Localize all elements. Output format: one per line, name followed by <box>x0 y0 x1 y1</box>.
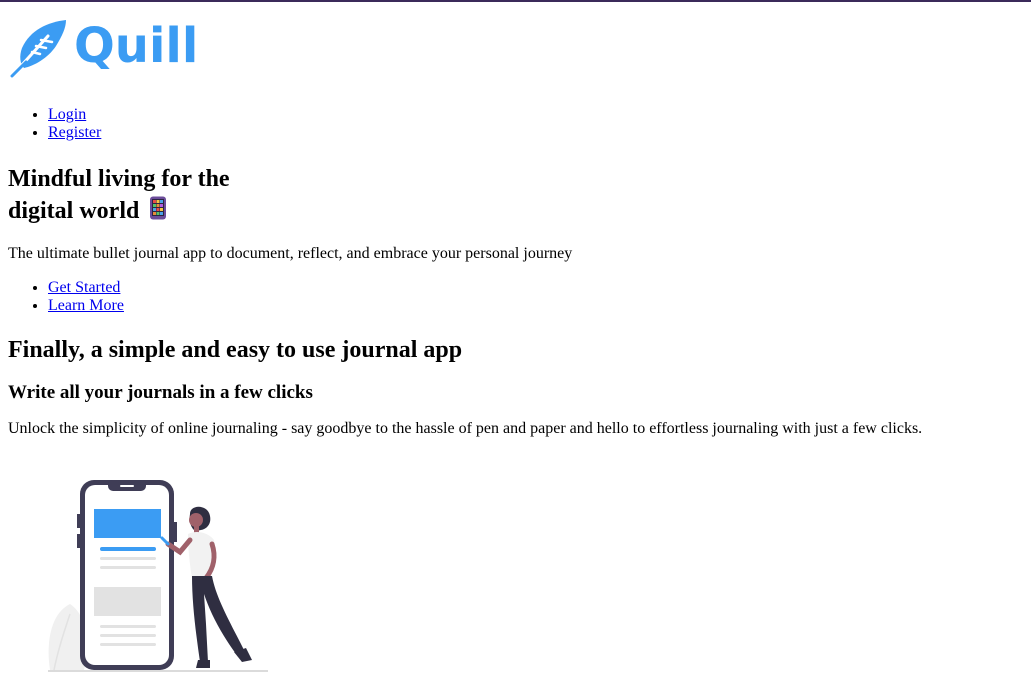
screen-image-block <box>94 587 161 616</box>
journaling-illustration <box>44 474 274 684</box>
learn-more-link[interactable]: Learn More <box>48 297 124 314</box>
hero-title-line1: Mindful living for the <box>8 166 230 192</box>
hero-cta-list: Get Started Learn More <box>8 279 1023 315</box>
feature-section: Finally, a simple and easy to use journa… <box>8 336 1023 438</box>
auth-nav: Login Register <box>8 106 1023 142</box>
brand-name: Quill <box>74 18 199 74</box>
phone-grid-icon <box>149 196 167 229</box>
hero-section: Mindful living for the digital world The… <box>8 163 1023 315</box>
cta-item-get-started: Get Started <box>48 279 1023 297</box>
feature-body: Unlock the simplicity of online journali… <box>8 420 923 437</box>
get-started-link[interactable]: Get Started <box>48 279 120 296</box>
feature-subheading: Write all your journals in a few clicks <box>8 382 313 403</box>
hero-title: Mindful living for the digital world <box>8 163 1023 229</box>
hero-subtitle: The ultimate bullet journal app to docum… <box>8 245 573 262</box>
login-link[interactable]: Login <box>48 106 86 123</box>
feature-heading: Finally, a simple and easy to use journa… <box>8 337 463 363</box>
cta-item-learn-more: Learn More <box>48 297 1023 315</box>
logo[interactable]: Quill <box>8 18 1023 78</box>
nav-item-register: Register <box>48 124 1023 142</box>
page: Quill Login Register Mindful living for … <box>0 18 1031 438</box>
feather-icon <box>10 20 66 78</box>
hero-title-line2: digital world <box>8 198 140 224</box>
site-header: Quill Login Register <box>8 18 1023 142</box>
screen-header-block <box>94 509 161 538</box>
nav-item-login: Login <box>48 106 1023 124</box>
register-link[interactable]: Register <box>48 124 101 141</box>
